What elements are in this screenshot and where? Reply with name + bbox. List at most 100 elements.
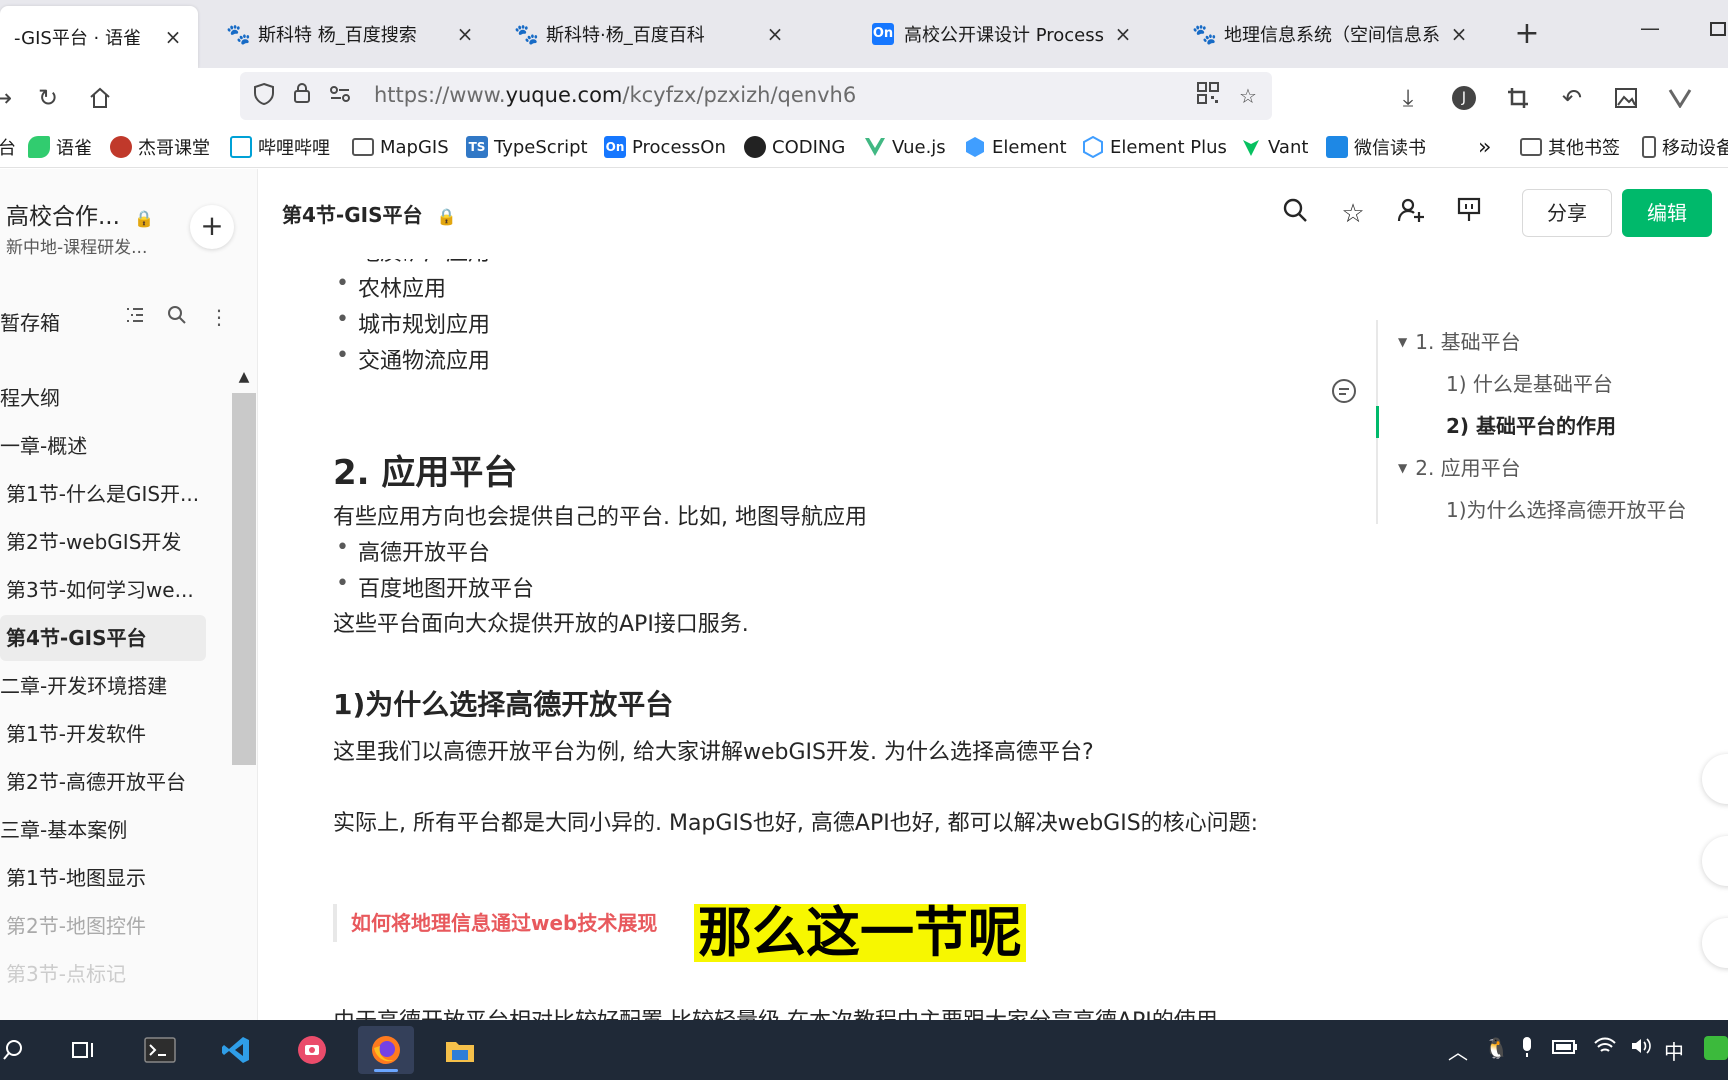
search-icon[interactable]: [1278, 197, 1312, 231]
tree-item[interactable]: 第1节-开发软件: [0, 711, 206, 757]
sidebar-scrollbar[interactable]: ▲: [232, 369, 256, 989]
bookmark-processon[interactable]: On ProcessOn: [604, 134, 726, 160]
tab-yuque-gis[interactable]: -GIS平台 · 语雀 ×: [0, 6, 198, 68]
ime-indicator[interactable]: 中: [1664, 1036, 1684, 1065]
close-icon[interactable]: ×: [764, 22, 786, 46]
comment-icon[interactable]: [1330, 378, 1358, 406]
tree-item[interactable]: 第2节-地图控件: [0, 903, 206, 949]
bookmark-vant[interactable]: Vant: [1240, 134, 1308, 160]
caret-down-icon[interactable]: ▼: [1398, 461, 1407, 475]
tree-item[interactable]: 第3节-点标记: [0, 951, 206, 997]
tree-item[interactable]: 三章-基本案例: [0, 807, 206, 853]
bookmark-element-plus[interactable]: Element Plus: [1082, 134, 1227, 160]
edit-button[interactable]: 编辑: [1622, 189, 1712, 237]
tray-expand-icon[interactable]: ︿: [1448, 1036, 1468, 1065]
add-collaborator-icon[interactable]: [1394, 197, 1428, 231]
search-icon[interactable]: [0, 1026, 42, 1074]
tree-item-current[interactable]: 第4节-GIS平台: [0, 615, 206, 661]
input-method-icon[interactable]: [1704, 1036, 1728, 1065]
permissions-icon[interactable]: [326, 82, 354, 110]
tree-item[interactable]: 二章-开发环境搭建: [0, 663, 206, 709]
terminal-icon[interactable]: [132, 1026, 188, 1074]
undo-icon[interactable]: ↶: [1554, 80, 1590, 116]
extension-v-icon[interactable]: [1662, 80, 1698, 116]
outline-list-icon[interactable]: [122, 305, 148, 329]
download-icon[interactable]: ⤓: [1390, 80, 1426, 116]
bookmark-yuque[interactable]: 语雀: [28, 134, 92, 160]
bookmark-jiege[interactable]: 杰哥课堂: [110, 134, 210, 160]
outline-item[interactable]: ▼ 2. 应用平台: [1398, 452, 1521, 481]
bookmark-typescript[interactable]: TS TypeScript: [466, 134, 588, 160]
new-tab-button[interactable]: +: [1512, 16, 1542, 51]
crop-icon[interactable]: [1500, 80, 1536, 116]
presentation-icon[interactable]: [1452, 197, 1486, 231]
task-view-icon[interactable]: [56, 1026, 112, 1074]
bookmark-mapgis[interactable]: MapGIS: [352, 134, 449, 160]
knowledge-base-subtitle[interactable]: 新中地-课程研发...: [6, 233, 147, 258]
tab-baidu-search[interactable]: 🐾 斯科特 杨_百度搜索 ×: [212, 6, 490, 62]
tab-gis-wiki[interactable]: 🐾 地理信息系统（空间信息系统 ×: [1178, 6, 1484, 62]
outline-item-current[interactable]: 2) 基础平台的作用: [1446, 410, 1616, 439]
tree-item[interactable]: 第3节-如何学习we...: [0, 567, 206, 613]
knowledge-base-title[interactable]: 高校合作... 🔒: [6, 197, 154, 231]
like-float-button[interactable]: [1702, 754, 1728, 804]
reload-icon[interactable]: ↻: [30, 80, 66, 116]
bookmark-element[interactable]: Element: [964, 134, 1067, 160]
battery-icon[interactable]: [1552, 1036, 1578, 1060]
close-icon[interactable]: ×: [454, 22, 476, 46]
bookmarks-overflow-icon[interactable]: »: [1478, 134, 1491, 160]
search-icon[interactable]: [164, 305, 190, 330]
tree-item[interactable]: 一章-概述: [0, 423, 206, 469]
lock-icon[interactable]: [288, 82, 316, 110]
scroll-up-icon[interactable]: ▲: [232, 369, 256, 393]
close-icon[interactable]: ×: [1112, 22, 1134, 46]
bookmark-mobile[interactable]: 移动设备: [1642, 134, 1728, 160]
processon-icon: On: [872, 23, 894, 45]
restore-icon[interactable]: [1710, 22, 1726, 36]
tree-item[interactable]: 程大纲: [0, 375, 206, 421]
qr-code-icon[interactable]: [1194, 82, 1222, 110]
shield-icon[interactable]: [250, 82, 278, 110]
firefox-icon[interactable]: [358, 1026, 414, 1074]
outline-item[interactable]: ▼ 1. 基础平台: [1398, 326, 1521, 355]
outline-item[interactable]: 1) 什么是基础平台: [1446, 368, 1613, 397]
minimize-icon[interactable]: —: [1640, 16, 1660, 40]
qq-icon[interactable]: 🐧: [1484, 1036, 1509, 1060]
microphone-icon[interactable]: [1520, 1036, 1534, 1063]
tab-processon[interactable]: On 高校公开课设计 ProcessOn ×: [858, 6, 1148, 62]
bookmark-coding[interactable]: CODING: [744, 134, 845, 160]
home-icon[interactable]: [82, 80, 118, 116]
comment-float-button[interactable]: [1702, 836, 1728, 886]
tree-item[interactable]: 第1节-什么是GIS开...: [0, 471, 206, 517]
bookmark-bilibili[interactable]: 哔哩哔哩: [230, 134, 330, 160]
share-button[interactable]: 分享: [1522, 189, 1612, 237]
caret-down-icon[interactable]: ▼: [1398, 335, 1407, 349]
outline-item[interactable]: 1)为什么选择高德开放平台: [1446, 494, 1687, 523]
tree-item[interactable]: 第2节-webGIS开发: [0, 519, 206, 565]
scroll-thumb[interactable]: [232, 393, 256, 765]
close-icon[interactable]: ×: [1448, 22, 1470, 46]
file-explorer-icon[interactable]: [432, 1026, 488, 1074]
wifi-icon[interactable]: [1594, 1036, 1616, 1060]
bookmark-other-folder[interactable]: 其他书签: [1520, 134, 1620, 160]
tree-item[interactable]: 第2节-高德开放平台: [0, 759, 206, 805]
draft-box[interactable]: 暂存箱: [0, 307, 60, 336]
image-icon[interactable]: [1608, 80, 1644, 116]
toc-float-button[interactable]: [1702, 918, 1728, 968]
star-icon[interactable]: ☆: [1336, 197, 1370, 231]
bookmark-item[interactable]: 台: [0, 134, 16, 160]
account-icon[interactable]: J: [1446, 80, 1482, 116]
bookmark-vue[interactable]: Vue.js: [864, 134, 946, 160]
more-icon[interactable]: ⋮: [206, 305, 232, 329]
volume-icon[interactable]: [1630, 1036, 1652, 1060]
bookmark-weread[interactable]: 微信读书: [1326, 134, 1426, 160]
vscode-icon[interactable]: [208, 1026, 264, 1074]
screen-recorder-icon[interactable]: [284, 1026, 340, 1074]
close-icon[interactable]: ×: [162, 25, 184, 49]
url-bar[interactable]: https://www.yuque.com/kcyfzx/pzxizh/qenv…: [240, 72, 1272, 120]
tab-baidu-baike[interactable]: 🐾 斯科特·杨_百度百科 ×: [500, 6, 800, 62]
tree-item[interactable]: 第1节-地图显示: [0, 855, 206, 901]
bookmark-star-icon[interactable]: ☆: [1234, 82, 1262, 110]
add-button[interactable]: +: [190, 205, 234, 249]
forward-icon[interactable]: →: [0, 80, 20, 116]
